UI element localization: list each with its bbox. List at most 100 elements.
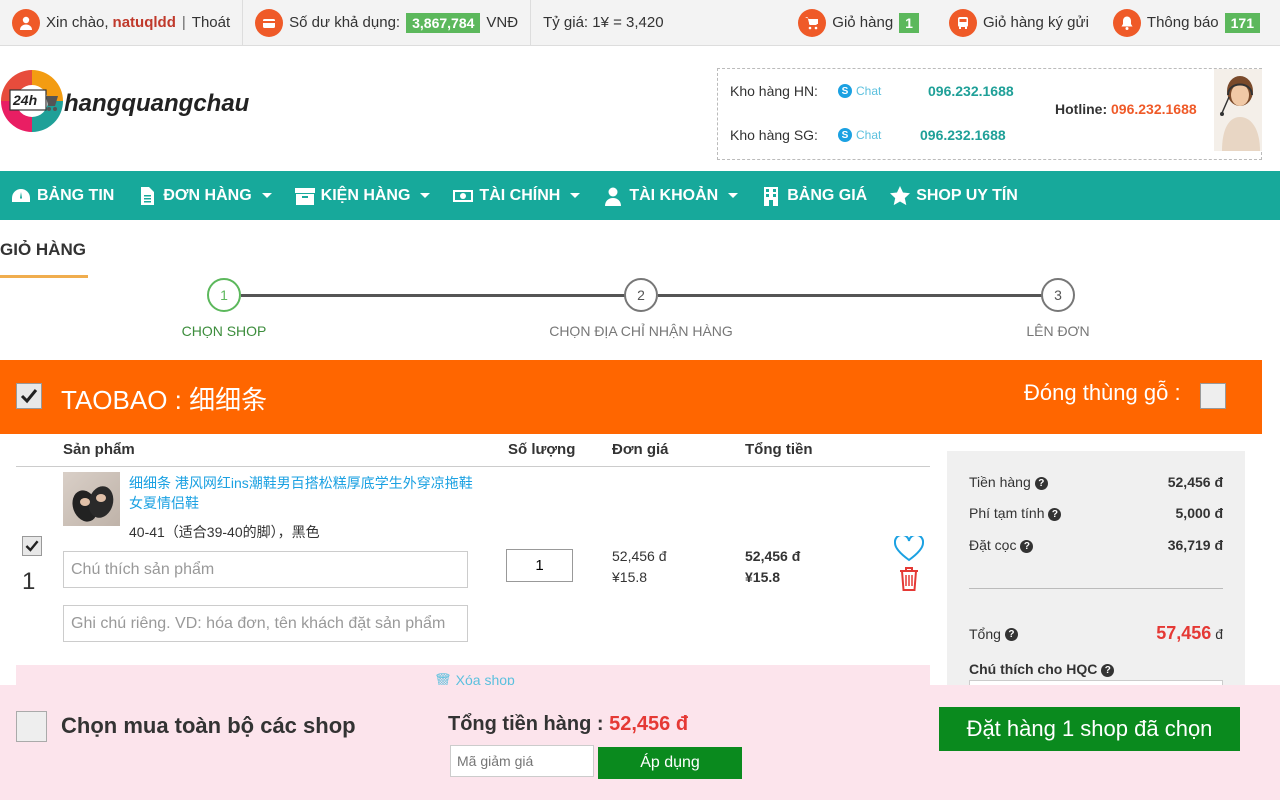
- apply-coupon-button[interactable]: Áp dụng: [598, 747, 742, 779]
- nav-dashboard[interactable]: BẢNG TIN: [10, 186, 114, 206]
- top-bar: Xin chào, natuqldd | Thoát Số dư khả dụn…: [0, 0, 1280, 46]
- hotline-value[interactable]: 096.232.1688: [1111, 101, 1197, 117]
- document-icon: [141, 186, 155, 205]
- logo-ring-icon: 24h: [1, 70, 63, 132]
- wood-crate-checkbox[interactable]: [1200, 383, 1226, 409]
- checkmark-icon: [20, 389, 38, 404]
- site-logo[interactable]: 24h hangquangchau: [0, 66, 260, 136]
- total-value: 57,456: [1156, 623, 1212, 643]
- skype-chat-sg[interactable]: S Chat: [838, 128, 916, 142]
- balance-label: Số dư khả dụng:: [289, 14, 401, 31]
- question-icon[interactable]: ?: [1034, 476, 1048, 490]
- box-icon: [294, 187, 315, 205]
- nav-finance[interactable]: TÀI CHÍNH: [452, 186, 581, 206]
- select-all-label[interactable]: Chọn mua toàn bộ các shop: [61, 713, 356, 739]
- col-price: Đơn giá: [612, 441, 669, 458]
- consign-cart-link[interactable]: Giỏ hàng ký gửi: [937, 0, 1101, 46]
- balance-unit: VNĐ: [486, 14, 519, 31]
- dashboard-icon: [12, 188, 30, 202]
- bus-icon: [948, 8, 977, 37]
- col-qty: Số lượng: [508, 441, 576, 458]
- notification-link[interactable]: Thông báo 171: [1101, 0, 1280, 46]
- cart-link[interactable]: Giỏ hàng 1: [786, 0, 937, 46]
- item-index: 1: [22, 568, 36, 595]
- product-name-link[interactable]: 细细条 港风网红ins潮鞋男百搭松糕厚底学生外穿凉拖鞋女夏情侣鞋: [129, 473, 474, 513]
- question-icon[interactable]: ?: [1048, 507, 1062, 521]
- question-icon[interactable]: ?: [1020, 539, 1034, 553]
- unit-price: 52,456 đ ¥15.8: [612, 546, 667, 588]
- skype-chat-hn[interactable]: S Chat: [838, 84, 916, 98]
- quantity-input[interactable]: [506, 549, 573, 582]
- summary-goods: Tiền hàng? 52,456 đ: [969, 474, 1223, 490]
- kho-hn-row: Kho hàng HN: S Chat 096.232.1688: [730, 83, 1014, 99]
- checkmark-icon: [25, 540, 39, 552]
- cart-total-label: Tổng tiền hàng :: [448, 713, 604, 735]
- shop-name: TAOBAO : 细细条: [61, 385, 268, 415]
- product-note-input[interactable]: [63, 551, 468, 588]
- nav-packages[interactable]: KIỆN HÀNG: [294, 186, 431, 206]
- product-thumbnail[interactable]: [63, 472, 120, 526]
- chat-label[interactable]: Chat: [856, 84, 881, 98]
- skype-icon: S: [838, 128, 852, 142]
- main-nav: BẢNG TIN ĐƠN HÀNG KIỆN HÀNG TÀI CHÍNH TÀ…: [0, 171, 1280, 220]
- total-unit: đ: [1215, 626, 1223, 642]
- cart-total: Tổng tiền hàng : 52,456 đ: [448, 713, 688, 736]
- nav-trusted-shops[interactable]: SHOP UY TÍN: [889, 185, 1018, 206]
- item-checkbox[interactable]: [22, 536, 42, 556]
- select-all-checkbox[interactable]: [16, 711, 47, 742]
- username[interactable]: natuqldd: [113, 14, 176, 31]
- cart-total-value: 52,456 đ: [609, 713, 689, 735]
- skype-icon: S: [838, 84, 852, 98]
- exchange-rate: Tỷ giá: 1¥ = 3,420: [531, 0, 676, 46]
- private-note-input[interactable]: [63, 605, 468, 642]
- nav-label[interactable]: BẢNG GIÁ: [787, 187, 867, 205]
- cart-label[interactable]: Giỏ hàng: [832, 14, 893, 31]
- balance-segment: Số dư khả dụng: 3,867,784 VNĐ: [243, 0, 532, 46]
- question-icon[interactable]: ?: [1004, 628, 1018, 642]
- order-summary: Tiền hàng? 52,456 đ Phí tạm tính? 5,000 …: [947, 451, 1245, 691]
- checkout-steps: 1 2 3 CHỌN SHOP CHỌN ĐỊA CHỈ NHẬN HÀNG L…: [0, 278, 1280, 339]
- money-icon: [453, 189, 474, 202]
- unit-price-cny: ¥15.8: [612, 569, 648, 585]
- logout-link[interactable]: Thoát: [192, 14, 230, 31]
- nav-pricing[interactable]: BẢNG GIÁ: [760, 186, 867, 206]
- step-2-circle: 2: [624, 278, 658, 312]
- nav-label[interactable]: TÀI KHOẢN: [629, 187, 718, 205]
- shop-checkbox[interactable]: [16, 383, 42, 409]
- wood-crate-label: Đóng thùng gỗ :: [1024, 380, 1181, 405]
- nav-orders[interactable]: ĐƠN HÀNG: [136, 186, 272, 206]
- summary-fee: Phí tạm tính? 5,000 đ: [969, 505, 1223, 521]
- building-icon: [764, 186, 779, 206]
- deposit-label: Đặt cọc: [969, 537, 1017, 553]
- chevron-down-icon: [261, 193, 272, 198]
- balance-value: 3,867,784: [406, 12, 481, 33]
- coupon-input[interactable]: [450, 745, 594, 777]
- heart-icon[interactable]: [894, 536, 924, 562]
- notify-count-badge: 171: [1224, 12, 1260, 33]
- chevron-down-icon: [420, 193, 431, 198]
- chat-label[interactable]: Chat: [856, 128, 881, 142]
- nav-label[interactable]: TÀI CHÍNH: [479, 187, 560, 205]
- kho-hn-label: Kho hàng HN:: [730, 83, 818, 99]
- product-variant: 40-41（适合39-40的脚），黑色: [129, 524, 320, 540]
- notify-label[interactable]: Thông báo: [1147, 14, 1219, 31]
- nav-account[interactable]: TÀI KHOẢN: [602, 186, 739, 206]
- trash-icon[interactable]: [898, 566, 920, 592]
- item-total: 52,456 đ ¥15.8: [745, 546, 800, 588]
- greeting-text: Xin chào,: [46, 14, 109, 31]
- nav-label[interactable]: ĐƠN HÀNG: [163, 187, 251, 205]
- nav-label[interactable]: BẢNG TIN: [37, 187, 114, 205]
- nav-label[interactable]: SHOP UY TÍN: [916, 187, 1018, 205]
- nav-label[interactable]: KIỆN HÀNG: [321, 187, 411, 205]
- hotline: Hotline: 096.232.1688: [1055, 101, 1197, 117]
- phone-sg[interactable]: 096.232.1688: [920, 127, 1006, 143]
- consign-cart-label[interactable]: Giỏ hàng ký gửi: [983, 14, 1089, 31]
- phone-hn[interactable]: 096.232.1688: [928, 83, 1014, 99]
- place-order-button[interactable]: Đặt hàng 1 shop đã chọn: [939, 707, 1240, 751]
- item-total-cny: ¥15.8: [745, 569, 781, 585]
- hqc-note-label: Chú thích cho HQC?: [969, 661, 1115, 677]
- kho-sg-label: Kho hàng SG:: [730, 127, 818, 143]
- step-1-circle: 1: [207, 278, 241, 312]
- shop-header: TAOBAO : 细细条 Đóng thùng gỗ :: [0, 360, 1262, 434]
- question-icon[interactable]: ?: [1101, 663, 1115, 677]
